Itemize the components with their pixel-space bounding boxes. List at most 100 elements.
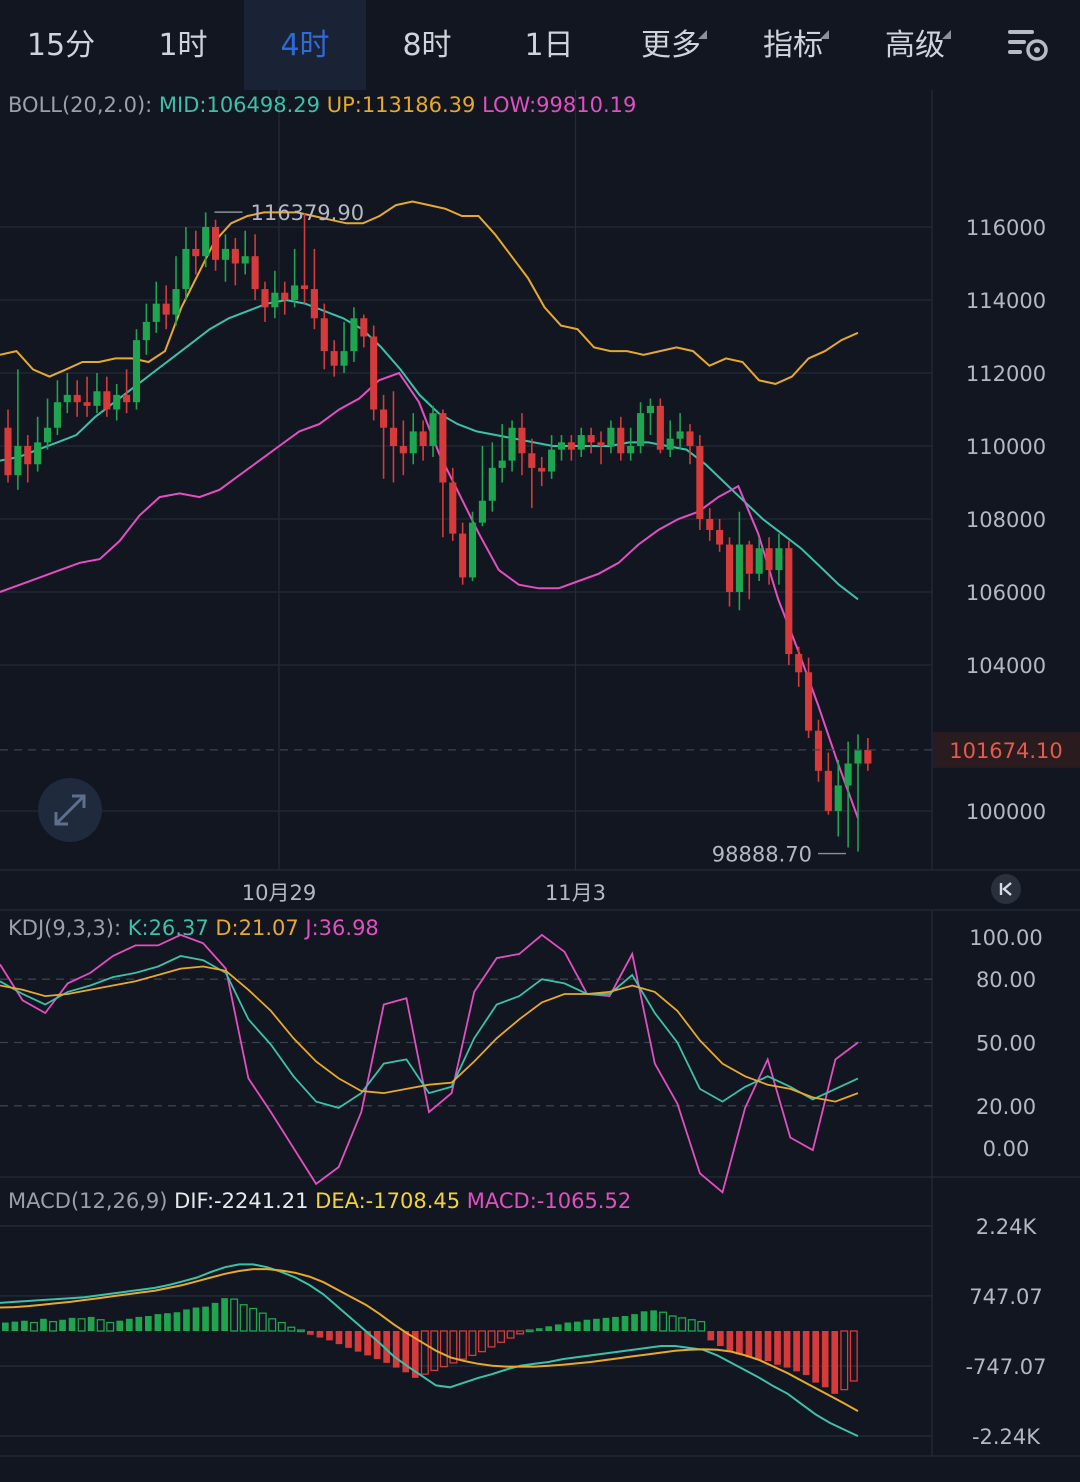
tab-4[interactable]: 8时	[366, 0, 488, 90]
macd-histogram-bar	[40, 1318, 47, 1331]
macd-histogram-bar	[554, 1324, 562, 1331]
macd-histogram-bar	[755, 1331, 762, 1361]
macd-histogram-bar	[268, 1318, 277, 1332]
candle-body	[370, 336, 378, 410]
macd-histogram-bar	[335, 1331, 343, 1345]
tab-8[interactable]: 高级	[854, 0, 976, 90]
candle-body	[182, 248, 190, 290]
indicator-labels: BOLL(20,2.0): MID:106498.29 UP:113186.39…	[8, 93, 636, 1213]
candle-body	[646, 405, 654, 414]
timeframe-tab-bar: 15分 1时 4时 8时 1日 更多 指标 高级	[0, 0, 1080, 90]
jump-to-latest-icon[interactable]	[991, 874, 1021, 904]
candle-body	[241, 256, 249, 264]
macd-histogram-bar	[793, 1331, 800, 1372]
candle-body	[765, 548, 773, 571]
macd-histogram-bar	[116, 1320, 124, 1331]
kdj-j-value: J:36.98	[303, 916, 378, 940]
candle-body	[4, 427, 12, 476]
candle-body	[360, 318, 368, 337]
candle-body	[14, 446, 22, 476]
candle-body	[330, 351, 338, 366]
candle-body	[775, 548, 783, 571]
price-chart[interactable]: 116000 114000 112000 110000 108000 106000 1040…	[0, 90, 1080, 1482]
macd-histogram-bar	[211, 1302, 219, 1331]
macd-histogram-bar	[535, 1328, 543, 1331]
tab-2[interactable]: 1时	[122, 0, 244, 90]
tab-1[interactable]: 15分	[0, 0, 122, 90]
macd-histogram-bar	[621, 1315, 629, 1331]
candle-body	[548, 449, 556, 472]
candle-body	[192, 248, 200, 257]
macd-histogram-bar	[631, 1314, 638, 1331]
macd-panel: 2.24K 747.07 -747.07 -2.24K	[0, 1215, 1047, 1449]
candle-body	[291, 285, 299, 300]
candle-body	[399, 446, 407, 454]
kdj-tick-label: 0.00	[983, 1137, 1030, 1161]
macd-histogram-bar	[687, 1319, 696, 1332]
macd-histogram-bar	[183, 1309, 190, 1331]
candle-body	[93, 391, 101, 406]
macd-histogram-bar	[774, 1331, 781, 1365]
candle-body	[83, 402, 91, 406]
tab-label: 指标	[763, 28, 829, 63]
candle-body	[597, 442, 605, 446]
candle-body	[676, 431, 684, 439]
tab-6[interactable]: 更多	[610, 0, 732, 90]
expand-icon[interactable]	[38, 778, 102, 842]
macd-histogram-bar	[468, 1330, 477, 1357]
candle-body	[468, 522, 477, 578]
candle-body	[320, 318, 328, 352]
price-tick-label: 114000	[966, 289, 1046, 313]
candle-body	[439, 413, 447, 483]
macd-histogram-bar	[192, 1307, 200, 1331]
candle-body	[310, 289, 318, 319]
macd-histogram-bar	[612, 1316, 619, 1331]
macd-histogram-bar	[135, 1316, 143, 1331]
macd-histogram-bar	[164, 1313, 171, 1331]
candle-body	[627, 446, 635, 454]
candle-body	[814, 730, 823, 771]
tab-5[interactable]: 1日	[488, 0, 610, 90]
macd-histogram-bar	[307, 1331, 314, 1335]
high-mark-label: 116379.90	[251, 201, 365, 225]
candle-body	[864, 749, 872, 764]
candle-body	[459, 533, 467, 578]
macd-histogram-bar	[574, 1321, 581, 1331]
candle-body	[538, 467, 546, 472]
macd-histogram-bar	[221, 1298, 228, 1331]
macd-histogram-bar	[516, 1330, 525, 1335]
macd-histogram-bar	[821, 1331, 829, 1388]
macd-histogram-bar	[173, 1312, 181, 1331]
macd-histogram-bar	[439, 1330, 448, 1368]
candle-body	[300, 285, 309, 290]
macd-histogram-bar	[458, 1330, 467, 1360]
price-tick-label: 108000	[966, 508, 1046, 532]
candle-body	[706, 519, 714, 530]
macd-histogram-bar	[840, 1330, 849, 1391]
candle-body	[637, 413, 645, 446]
macd-histogram-bar	[354, 1331, 362, 1352]
boll-up-value: UP:113186.39	[327, 93, 482, 117]
tab-label: 1时	[158, 28, 208, 63]
tab-label: 8时	[402, 28, 452, 63]
indicator-header: MACD(12,26,9) DIF:-2241.21 DEA:-1708.45 …	[8, 1189, 631, 1213]
tab-7[interactable]: 指标	[732, 0, 854, 90]
macd-histogram-bar	[497, 1330, 506, 1343]
candle-body	[567, 442, 575, 450]
candle-body	[508, 427, 516, 461]
kdj-panel: 100.00 80.00 50.00 20.00 0.00	[0, 926, 1043, 1194]
tab-label: 4时	[280, 28, 330, 63]
tab-3[interactable]: 4时	[244, 0, 366, 90]
macd-histogram-bar	[29, 1321, 38, 1332]
kdj-name: KDJ(9,3,3):	[8, 916, 128, 940]
candle-body	[656, 405, 664, 450]
tab-label: 高级	[885, 28, 951, 63]
macd-histogram-bar	[316, 1331, 324, 1338]
candle-body	[202, 227, 210, 257]
candle-body	[73, 394, 81, 403]
candle-body	[53, 402, 61, 428]
kdj-tick-label: 100.00	[969, 926, 1042, 950]
macd-histogram-bar	[287, 1326, 296, 1332]
candle-body	[63, 394, 71, 403]
chart-settings-icon[interactable]	[1006, 26, 1050, 66]
